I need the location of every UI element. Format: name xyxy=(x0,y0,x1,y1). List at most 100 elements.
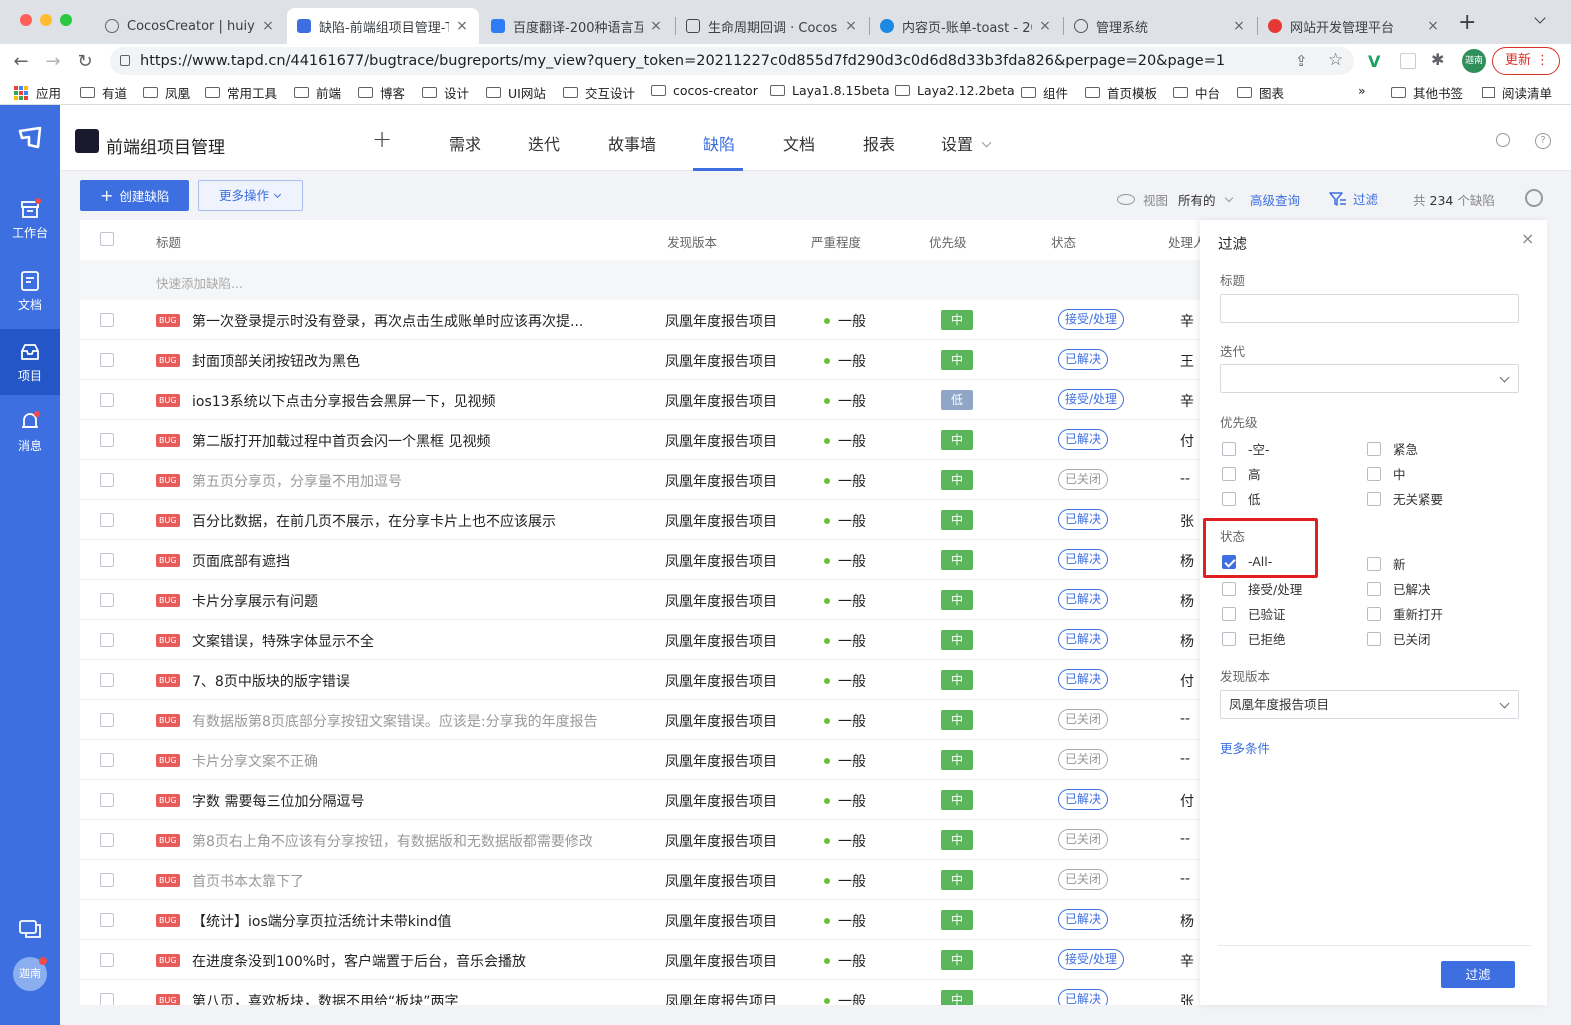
tab-close-icon[interactable]: × xyxy=(649,18,663,34)
severity-cell[interactable]: 一般 xyxy=(824,471,866,491)
table-row[interactable]: BUG 百分比数据，在前几页不展示，在分享卡片上也不应该展示 凤凰年度报告项目 一般 中… xyxy=(80,500,1202,540)
browser-tab[interactable]: 管理系统 × xyxy=(1064,8,1256,44)
severity-cell[interactable]: 一般 xyxy=(824,671,866,691)
bookmark-folder[interactable]: 组件 xyxy=(1021,83,1068,102)
row-checkbox[interactable] xyxy=(100,553,114,567)
status-badge[interactable]: 已解决 xyxy=(1058,549,1109,570)
priority-option-high[interactable]: 高 xyxy=(1222,464,1261,483)
severity-cell[interactable]: 一般 xyxy=(824,351,866,371)
status-badge[interactable]: 已解决 xyxy=(1058,429,1109,450)
row-checkbox[interactable] xyxy=(100,913,114,927)
filter-toggle[interactable]: 过滤 xyxy=(1329,189,1378,208)
checkbox[interactable] xyxy=(1367,556,1381,571)
apply-filter-button[interactable]: 过滤 xyxy=(1441,961,1515,988)
table-row[interactable]: BUG 第一次登录提示时没有登录，再次点击生成账单时应该再次提... 凤凰年度报告项… xyxy=(80,300,1202,340)
status-badge[interactable]: 接受/处理 xyxy=(1058,309,1125,330)
create-defect-button[interactable]: + 创建缺陷 xyxy=(80,180,189,211)
star-bookmark-icon[interactable]: ☆ xyxy=(1328,50,1343,70)
tab-close-icon[interactable]: × xyxy=(261,18,275,34)
severity-cell[interactable]: 一般 xyxy=(824,591,866,611)
chat-feedback-icon[interactable] xyxy=(18,917,42,941)
bookmark-folder[interactable]: 首页模板 xyxy=(1085,83,1157,102)
row-checkbox[interactable] xyxy=(100,633,114,647)
status-option-closed[interactable]: 已关闭 xyxy=(1367,629,1431,648)
column-header-status[interactable]: 状态 xyxy=(1051,232,1076,251)
severity-cell[interactable]: 一般 xyxy=(824,791,866,811)
table-row[interactable]: BUG 在进度条没到100%时，客户端置于后台，音乐会播放 凤凰年度报告项目 一般 中 接… xyxy=(80,940,1202,980)
owner-cell[interactable]: 杨 xyxy=(1180,631,1194,651)
table-row[interactable]: BUG ios13系统以下点击分享报告会黑屏一下，见视频 凤凰年度报告项目 一般 低 接受… xyxy=(80,380,1202,420)
advanced-query-link[interactable]: 高级查询 xyxy=(1250,190,1300,209)
tab-search-chevron-icon[interactable] xyxy=(1534,12,1546,24)
owner-cell[interactable]: 付 xyxy=(1180,791,1194,811)
status-badge[interactable]: 已关闭 xyxy=(1058,829,1109,850)
severity-cell[interactable]: 一般 xyxy=(824,711,866,731)
status-option-accepted[interactable]: 接受/处理 xyxy=(1222,579,1302,598)
table-row[interactable]: BUG 封面顶部关闭按钮改为黑色 凤凰年度报告项目 一般 中 已解决 王 xyxy=(80,340,1202,380)
status-badge[interactable]: 已解决 xyxy=(1058,509,1109,530)
status-option-resolved[interactable]: 已解决 xyxy=(1367,579,1431,598)
new-tab-button[interactable]: + xyxy=(1458,10,1476,35)
bookmark-folder[interactable]: 设计 xyxy=(422,83,469,102)
reading-list[interactable]: 阅读清单 xyxy=(1482,83,1552,102)
extensions-puzzle-icon[interactable]: ✱ xyxy=(1431,50,1444,69)
sidebar-item-messages[interactable]: 消息 xyxy=(0,403,60,465)
update-button[interactable]: 更新 ⋮ xyxy=(1492,47,1560,75)
status-badge[interactable]: 已关闭 xyxy=(1058,469,1109,490)
table-row[interactable]: BUG 【统计】ios端分享页拉活统计未带kind值 凤凰年度报告项目 一般 中 已解决 杨 xyxy=(80,900,1202,940)
status-badge[interactable]: 已解决 xyxy=(1058,589,1109,610)
priority-badge[interactable]: 中 xyxy=(941,310,973,330)
bookmark-folder[interactable]: 博客 xyxy=(358,83,405,102)
maximize-window-button[interactable] xyxy=(60,14,72,26)
defect-title-link[interactable]: 页面底部有遮挡 xyxy=(192,551,602,571)
iteration-select[interactable] xyxy=(1220,364,1519,393)
defect-title-link[interactable]: 在进度条没到100%时，客户端置于后台，音乐会播放 xyxy=(192,951,602,971)
bookmark-folder[interactable]: Laya2.12.2beta xyxy=(895,83,1015,98)
priority-badge[interactable]: 中 xyxy=(941,670,973,690)
title-input[interactable] xyxy=(1220,294,1519,323)
menu-item-requirements[interactable]: 需求 xyxy=(449,131,481,155)
column-header-title[interactable]: 标题 xyxy=(156,232,181,251)
reload-icon[interactable]: ↻ xyxy=(72,48,98,74)
priority-option-empty[interactable]: -空- xyxy=(1222,439,1270,458)
row-checkbox[interactable] xyxy=(100,793,114,807)
browser-tab[interactable]: 网站开发管理平台 × xyxy=(1258,8,1450,44)
priority-badge[interactable]: 低 xyxy=(941,390,973,410)
priority-option-medium[interactable]: 中 xyxy=(1367,464,1406,483)
bookmark-folder[interactable]: 交互设计 xyxy=(563,83,635,102)
defect-title-link[interactable]: 字数 需要每三位加分隔逗号 xyxy=(192,791,602,811)
view-selector[interactable]: 视图 所有的 xyxy=(1117,190,1233,209)
status-badge[interactable]: 已解决 xyxy=(1058,989,1109,1005)
tab-close-icon[interactable]: × xyxy=(1038,18,1052,34)
priority-badge[interactable]: 中 xyxy=(941,550,973,570)
bookmark-folder[interactable]: 常用工具 xyxy=(205,83,277,102)
status-badge[interactable]: 已解决 xyxy=(1058,629,1109,650)
defect-title-link[interactable]: 有数据版第8页底部分享按钮文案错误。应该是:分享我的年度报告 xyxy=(192,711,602,731)
bookmarks-overflow[interactable]: » xyxy=(1358,83,1366,98)
severity-cell[interactable]: 一般 xyxy=(824,311,866,331)
checkbox[interactable] xyxy=(1367,581,1381,596)
tab-close-icon[interactable]: × xyxy=(1426,18,1440,34)
owner-cell[interactable]: 付 xyxy=(1180,671,1194,691)
back-arrow-icon[interactable]: ← xyxy=(8,48,34,74)
row-checkbox[interactable] xyxy=(100,753,114,767)
checkbox[interactable] xyxy=(1222,581,1236,596)
extension-grid-icon[interactable] xyxy=(1400,53,1416,69)
tab-close-icon[interactable]: × xyxy=(455,18,469,34)
menu-item-reports[interactable]: 报表 xyxy=(863,131,895,155)
status-badge[interactable]: 已解决 xyxy=(1058,909,1109,930)
settings-gear-icon[interactable] xyxy=(1525,189,1543,207)
close-icon[interactable]: × xyxy=(1521,229,1534,248)
checkbox[interactable] xyxy=(1222,441,1236,456)
row-checkbox[interactable] xyxy=(100,513,114,527)
status-badge[interactable]: 已解决 xyxy=(1058,669,1109,690)
priority-badge[interactable]: 中 xyxy=(941,750,973,770)
browser-tab[interactable]: CocosCreator | huiyizh× xyxy=(95,8,285,44)
status-badge[interactable]: 接受/处理 xyxy=(1058,949,1125,970)
bookmark-folder[interactable]: 中台 xyxy=(1173,83,1220,102)
column-header-version[interactable]: 发现版本 xyxy=(667,232,717,251)
priority-badge[interactable]: 中 xyxy=(941,470,973,490)
owner-cell[interactable]: 辛 xyxy=(1180,391,1194,411)
severity-cell[interactable]: 一般 xyxy=(824,911,866,931)
status-option-rejected[interactable]: 已拒绝 xyxy=(1222,629,1286,648)
